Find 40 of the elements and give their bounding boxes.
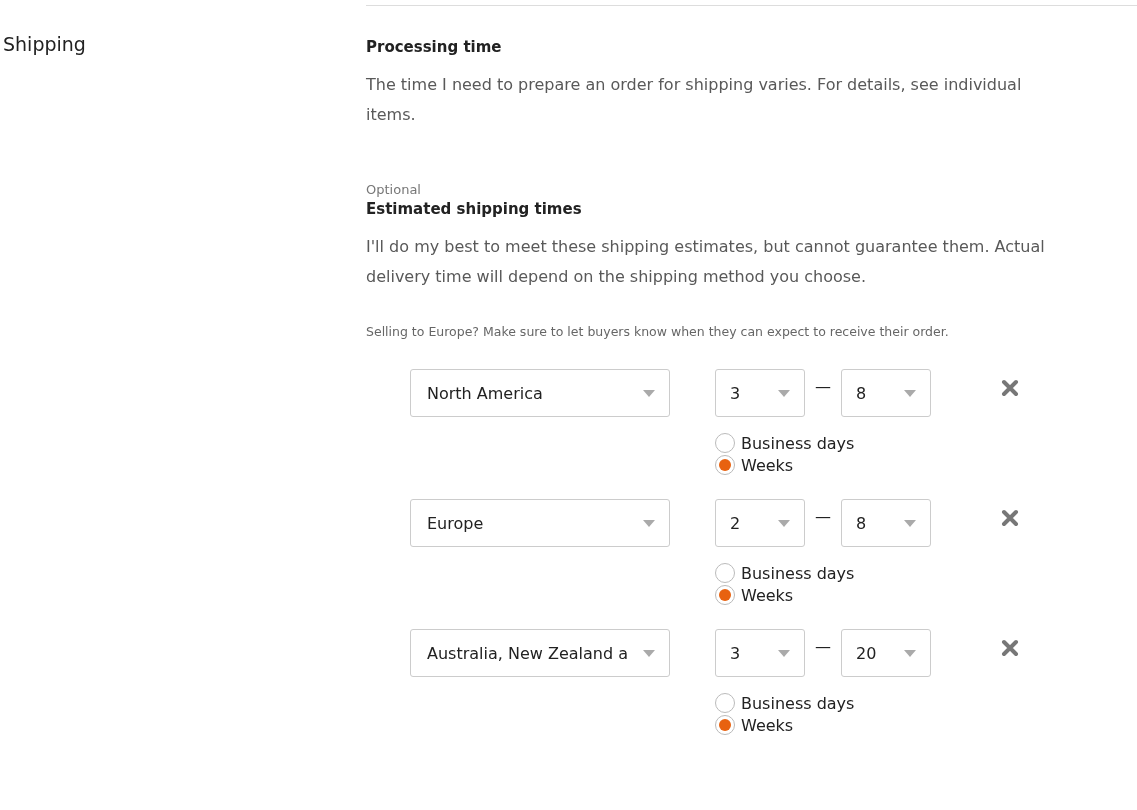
radio-label: Weeks <box>741 585 794 605</box>
range-dash: — <box>814 636 832 656</box>
close-icon <box>1001 509 1019 527</box>
description: The time I need to prepare an order for shipping varies. For details, see individual items. <box>366 74 1023 126</box>
caret-icon <box>643 389 655 397</box>
radio-label: Weeks <box>741 715 794 735</box>
min-select[interactable]: 3 <box>715 369 805 417</box>
region-select[interactable]: Australia, New Zealand a <box>410 629 670 677</box>
region-select[interactable]: North America <box>410 369 670 417</box>
caret-icon <box>643 649 655 657</box>
close-icon <box>1001 379 1019 397</box>
range-dash: — <box>814 506 832 526</box>
heading: Processing time <box>366 38 503 56</box>
remove-button[interactable] <box>999 377 1021 399</box>
optional-label: Optional <box>366 182 422 197</box>
caret-icon <box>778 519 790 527</box>
radio-label: Business days <box>741 563 855 583</box>
max-select[interactable]: 8 <box>841 499 931 547</box>
note-text: Selling to Europe? Make sure to let buyers know when they can expect to receive their order. <box>366 324 950 339</box>
region-select[interactable]: Europe <box>410 499 670 547</box>
radio-label: Weeks <box>741 455 794 475</box>
min-select[interactable]: 3 <box>715 629 805 677</box>
caret-icon <box>778 389 790 397</box>
min-select[interactable]: 2 <box>715 499 805 547</box>
caret-icon <box>778 649 790 657</box>
radio-label: Business days <box>741 693 855 713</box>
range-dash: — <box>814 376 832 396</box>
remove-button[interactable] <box>999 507 1021 529</box>
remove-button[interactable] <box>999 637 1021 659</box>
caret-icon <box>904 389 916 397</box>
caret-icon <box>643 519 655 527</box>
section-title: Shipping <box>3 33 87 55</box>
caret-icon <box>904 649 916 657</box>
max-select[interactable]: 20 <box>841 629 931 677</box>
radio-label: Business days <box>741 433 855 453</box>
caret-icon <box>904 519 916 527</box>
description: I'll do my best to meet these shipping estimates, but cannot guarantee them. Actual delivery time will depend on the shipping method you choose. <box>366 236 1046 288</box>
max-select[interactable]: 8 <box>841 369 931 417</box>
heading: Estimated shipping times <box>366 200 583 218</box>
close-icon <box>1001 639 1019 657</box>
